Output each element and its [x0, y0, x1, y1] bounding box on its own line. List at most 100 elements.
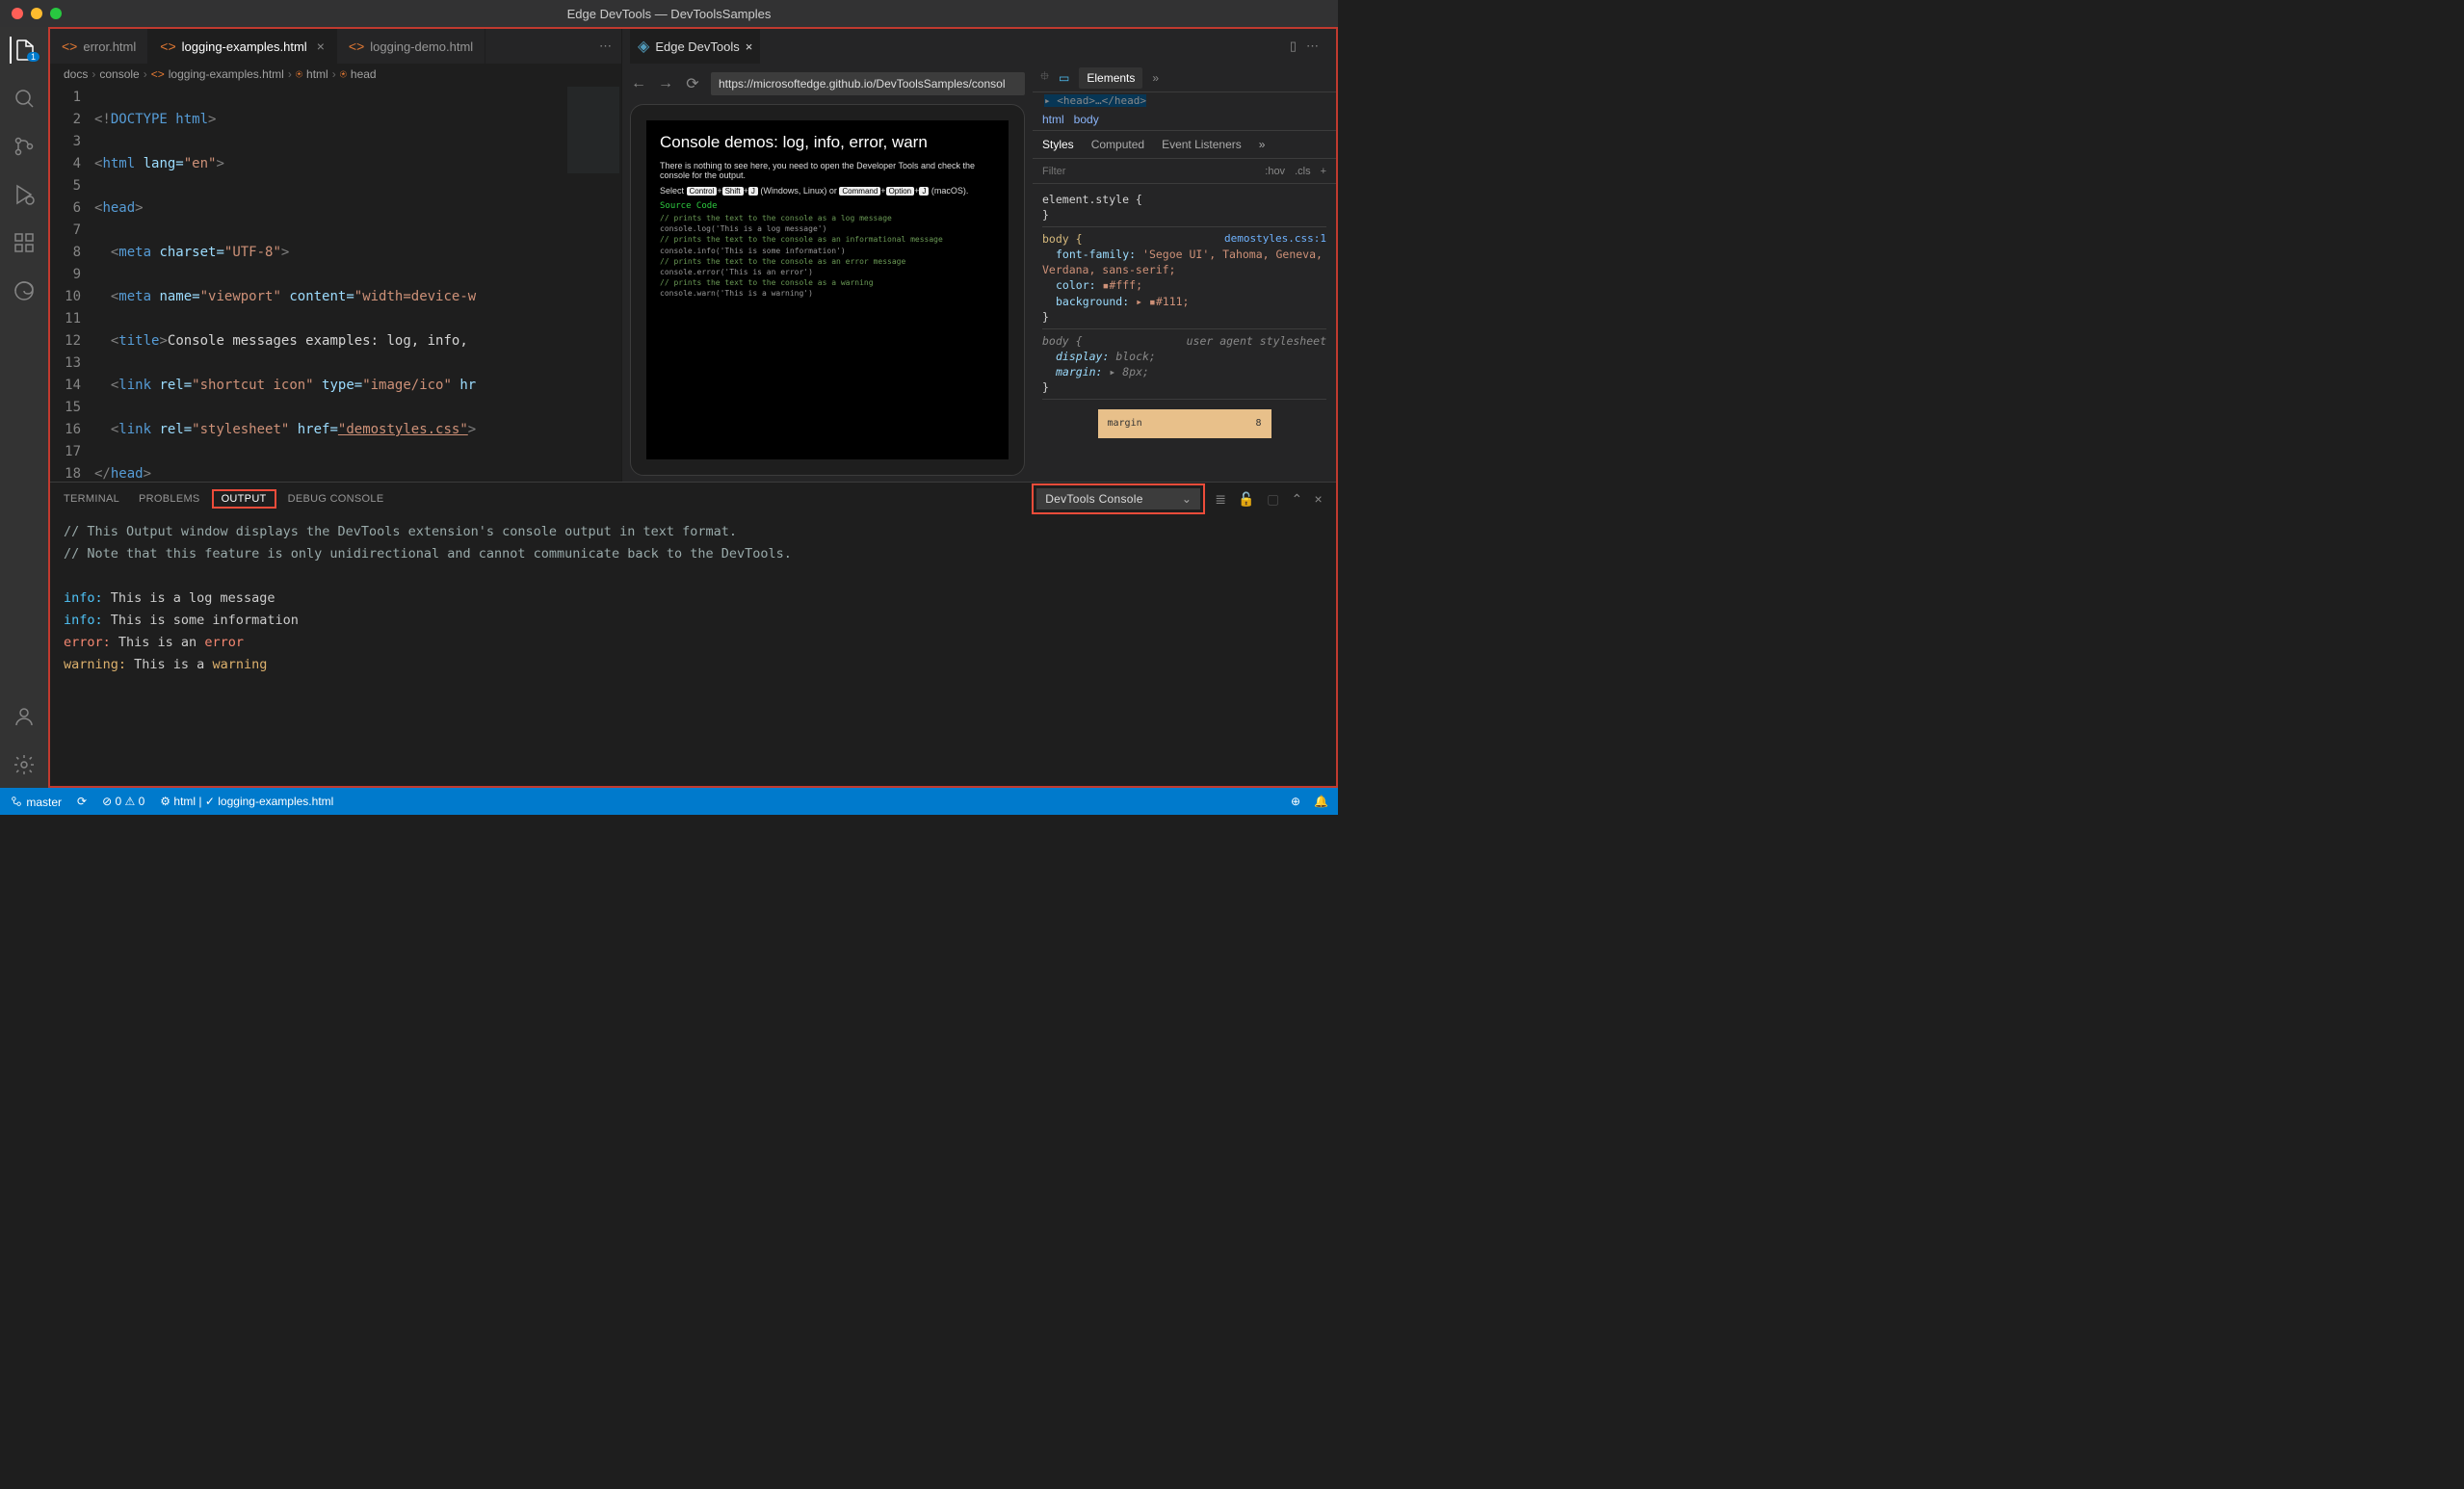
titlebar: Edge DevTools — DevToolsSamples	[0, 0, 1338, 27]
breadcrumb-html[interactable]: html	[1042, 113, 1064, 126]
close-window-button[interactable]	[12, 8, 23, 19]
output-line: warning: This is a warning	[64, 654, 1323, 676]
feedback-icon[interactable]: ⊕	[1291, 795, 1300, 808]
search-icon[interactable]	[11, 85, 38, 112]
breadcrumb-segment[interactable]: console	[99, 67, 139, 81]
elements-tab[interactable]: Elements	[1079, 67, 1142, 89]
dom-breadcrumb[interactable]: html body	[1033, 109, 1336, 130]
window-title: Edge DevTools — DevToolsSamples	[567, 7, 772, 21]
inspector-toolbar: ⯐ ▭ Elements »	[1033, 64, 1336, 92]
run-debug-icon[interactable]	[11, 181, 38, 208]
add-rule-icon[interactable]: +	[1321, 166, 1326, 177]
editor-area: <> error.html <> logging-examples.html × <>…	[48, 27, 1338, 788]
tab-logging-examples[interactable]: <>logging-examples.html×	[148, 29, 337, 64]
browser-preview: ← → ⟳ Console demos: log, info, error, w…	[622, 64, 1033, 482]
more-tabs-icon[interactable]: ⋯	[599, 39, 612, 54]
breadcrumb-segment[interactable]: docs	[64, 67, 88, 81]
tab-label: logging-examples.html	[182, 39, 307, 54]
styles-filter-input[interactable]	[1042, 166, 1255, 177]
language-status[interactable]: ⚙ html | ✓ logging-examples.html	[160, 795, 333, 808]
code-content[interactable]: <!DOCTYPE html> <html lang="en"> <head> …	[94, 85, 565, 482]
split-editor-icon[interactable]: ▯	[1290, 39, 1297, 54]
cls-toggle[interactable]: .cls	[1295, 166, 1311, 177]
style-rule[interactable]: body {demostyles.css:1 font-family: 'Seg…	[1042, 227, 1326, 329]
styles-body[interactable]: element.style { } body {demostyles.css:1…	[1033, 184, 1336, 482]
minimap[interactable]	[565, 85, 621, 482]
tab-debug-console[interactable]: DEBUG CONSOLE	[288, 493, 384, 505]
tab-error-html[interactable]: <> error.html	[50, 29, 148, 64]
html-file-icon: <>	[62, 39, 77, 54]
breadcrumb-body[interactable]: body	[1074, 113, 1099, 126]
output-line: // Note that this feature is only unidir…	[64, 543, 1323, 565]
minimize-window-button[interactable]	[31, 8, 42, 19]
clear-icon[interactable]: 🔓	[1238, 491, 1255, 508]
close-panel-icon[interactable]: ×	[1315, 491, 1323, 508]
chevron-down-icon: ⌄	[1182, 492, 1192, 506]
nav-forward-icon[interactable]: →	[657, 75, 674, 92]
extensions-icon[interactable]	[11, 229, 38, 256]
page-text: There is nothing to see here, you need t…	[660, 161, 995, 180]
tab-problems[interactable]: PROBLEMS	[139, 493, 200, 505]
style-rule[interactable]: body {user agent stylesheet display: blo…	[1042, 329, 1326, 400]
code-editor-panel: <> error.html <> logging-examples.html × <>…	[50, 29, 621, 482]
sync-status[interactable]: ⟳	[77, 795, 87, 808]
tab-label: error.html	[83, 39, 136, 54]
filter-icon[interactable]: ≣	[1215, 491, 1226, 508]
panel-tabs: TERMINAL PROBLEMS OUTPUT DEBUG CONSOLE D…	[50, 483, 1336, 515]
styles-filter-row: :hov .cls +	[1033, 159, 1336, 184]
box-model[interactable]: margin 8	[1098, 409, 1271, 438]
edge-icon[interactable]	[11, 277, 38, 304]
activity-bar: 1	[0, 27, 48, 788]
dom-tree-row[interactable]: ▸ <head>…</head>	[1033, 92, 1336, 109]
nav-back-icon[interactable]: ←	[630, 75, 647, 92]
maximize-window-button[interactable]	[50, 8, 62, 19]
code-body[interactable]: 123456789101112131415161718 <!DOCTYPE ht…	[50, 85, 621, 482]
more-style-tabs-icon[interactable]: »	[1259, 138, 1266, 151]
tab-actions: ⋯	[590, 39, 621, 54]
url-input[interactable]	[711, 72, 1025, 95]
output-line: info: This is a log message	[64, 588, 1323, 610]
page-heading: Console demos: log, info, error, warn	[660, 132, 995, 153]
close-tab-icon[interactable]: ×	[317, 39, 325, 54]
more-panels-icon[interactable]: »	[1152, 71, 1159, 85]
notifications-icon[interactable]: 🔔	[1314, 795, 1328, 808]
source-code-heading: Source Code	[660, 201, 995, 211]
devtools-tab-row: ◈ Edge DevTools × ▯ ⋯	[622, 29, 1336, 64]
breadcrumb-segment[interactable]: html	[306, 67, 328, 81]
style-rule[interactable]: element.style { }	[1042, 188, 1326, 227]
tab-terminal[interactable]: TERMINAL	[64, 493, 119, 505]
output-body[interactable]: // This Output window displays the DevTo…	[50, 515, 1336, 786]
breadcrumb-segment[interactable]: logging-examples.html	[169, 67, 284, 81]
source-control-icon[interactable]	[11, 133, 38, 160]
traffic-lights	[12, 8, 62, 19]
tab-styles[interactable]: Styles	[1042, 138, 1074, 151]
lock-scroll-icon[interactable]: ▢	[1267, 491, 1280, 508]
inspect-element-icon[interactable]: ⯐	[1040, 67, 1049, 88]
device-toggle-icon[interactable]: ▭	[1059, 71, 1069, 85]
box-model-margin-label: margin	[1108, 417, 1142, 431]
bottom-panel: TERMINAL PROBLEMS OUTPUT DEBUG CONSOLE D…	[50, 482, 1336, 786]
stylesheet-link[interactable]: demostyles.css:1	[1224, 231, 1326, 246]
breadcrumb-segment[interactable]: head	[351, 67, 377, 81]
nav-reload-icon[interactable]: ⟳	[684, 74, 701, 93]
hov-toggle[interactable]: :hov	[1265, 166, 1285, 177]
git-branch-status[interactable]: master	[10, 795, 62, 809]
output-line: info: This is some information	[64, 610, 1323, 632]
breadcrumb[interactable]: docs› console› <>logging-examples.html› …	[50, 64, 621, 85]
tab-event-listeners[interactable]: Event Listeners	[1162, 138, 1242, 151]
tab-output[interactable]: OUTPUT	[212, 489, 276, 509]
html-file-icon: <>	[349, 39, 364, 54]
styles-tabs: Styles Computed Event Listeners »	[1033, 130, 1336, 159]
close-tab-icon[interactable]: ×	[746, 39, 753, 54]
output-channel-select[interactable]: DevTools Console⌄	[1036, 488, 1200, 509]
tab-edge-devtools[interactable]: ◈ Edge DevTools ×	[630, 29, 760, 64]
settings-gear-icon[interactable]	[11, 751, 38, 778]
collapse-panel-icon[interactable]: ⌃	[1291, 491, 1302, 508]
problems-status[interactable]: ⊘ 0 ⚠ 0	[102, 795, 144, 808]
more-actions-icon[interactable]: ⋯	[1306, 39, 1319, 54]
tab-computed[interactable]: Computed	[1091, 138, 1144, 151]
account-icon[interactable]	[11, 703, 38, 730]
tab-logging-demo[interactable]: <>logging-demo.html	[337, 29, 485, 64]
explorer-badge: 1	[27, 52, 39, 62]
rendered-page: Console demos: log, info, error, warn Th…	[646, 120, 1009, 459]
